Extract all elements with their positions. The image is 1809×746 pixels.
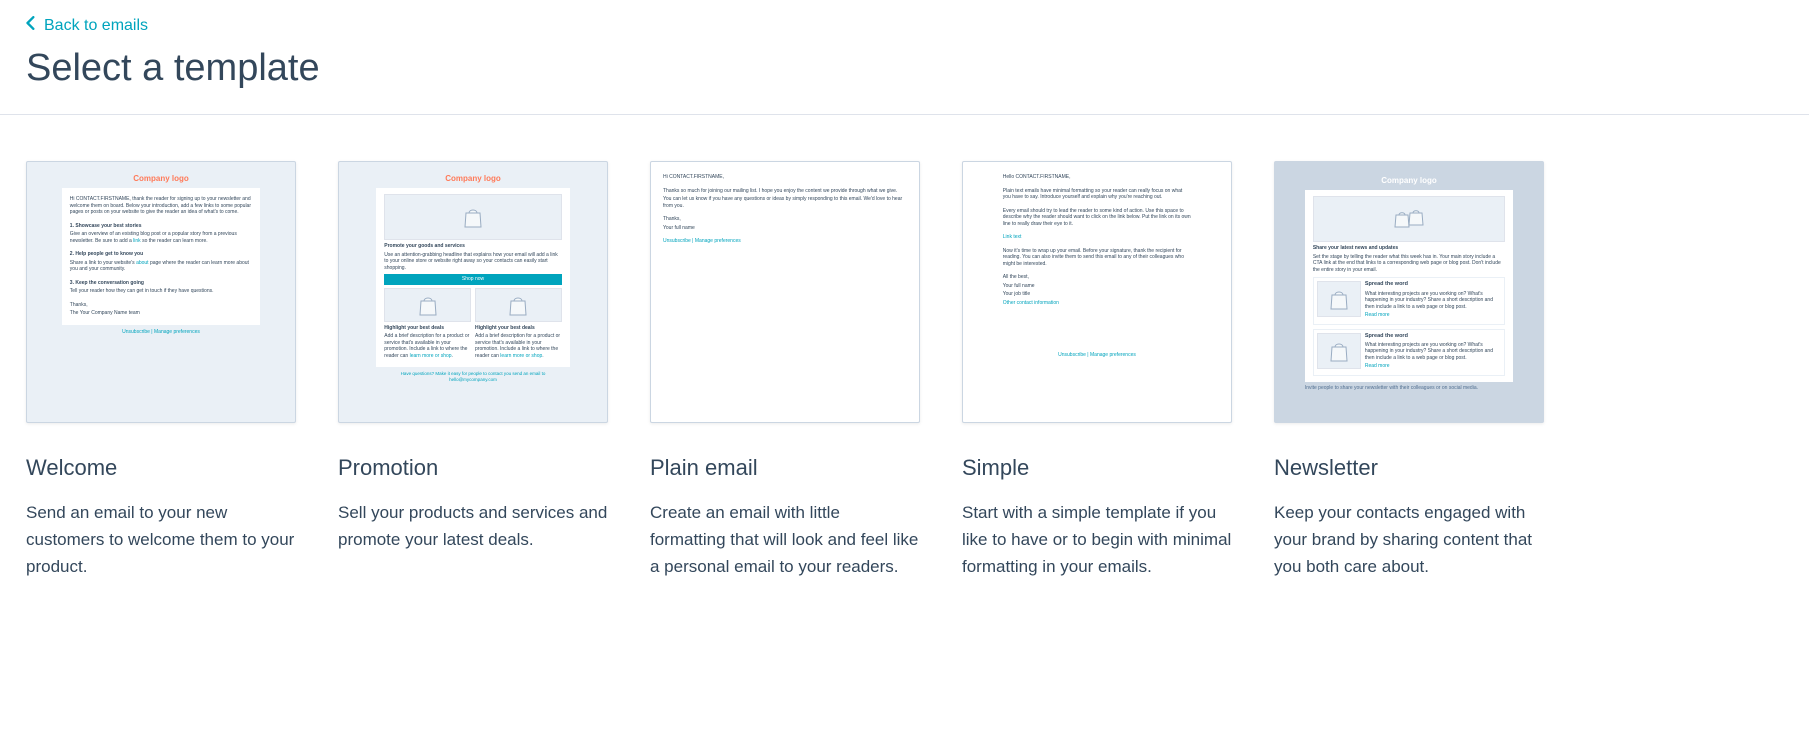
- back-to-emails-link[interactable]: Back to emails: [26, 16, 148, 35]
- page-title: Select a template: [26, 47, 1783, 90]
- mini-unsubscribe: Unsubscribe | Manage preferences: [663, 238, 907, 245]
- mini-panel: Hi CONTACT.FIRSTNAME, thank the reader f…: [62, 188, 260, 325]
- template-title: Plain email: [650, 455, 920, 481]
- template-card-newsletter[interactable]: Company logo Share your latest news and …: [1274, 161, 1544, 581]
- mini-read-more: Read more: [1365, 363, 1501, 370]
- template-thumbnail: Company logo Hi CONTACT.FIRSTNAME, thank…: [26, 161, 296, 423]
- mini-footer-link: Unsubscribe | Manage preferences: [1003, 352, 1191, 359]
- page-header: Back to emails Select a template: [0, 0, 1809, 114]
- template-title: Welcome: [26, 455, 296, 481]
- template-description: Keep your contacts engaged with your bra…: [1274, 499, 1544, 581]
- template-card-welcome[interactable]: Company logo Hi CONTACT.FIRSTNAME, thank…: [26, 161, 296, 581]
- mini-image-placeholder: [384, 194, 561, 240]
- mini-footer: Have questions? Make it easy for people …: [376, 371, 569, 383]
- template-thumbnail: Hello CONTACT.FIRSTNAME, Plain text emai…: [962, 161, 1232, 423]
- template-title: Newsletter: [1274, 455, 1544, 481]
- mini-subheading: Highlight your best deals: [475, 325, 535, 331]
- template-description: Start with a simple template if you like…: [962, 499, 1232, 581]
- mini-logo: Company logo: [376, 174, 569, 184]
- mini-image-placeholder: [1313, 196, 1505, 242]
- mini-article-title: Spread the word: [1365, 281, 1501, 288]
- template-thumbnail: Company logo Promote your goods and serv…: [338, 161, 608, 423]
- mini-logo: Company logo: [1305, 176, 1513, 186]
- template-card-simple[interactable]: Hello CONTACT.FIRSTNAME, Plain text emai…: [962, 161, 1232, 581]
- template-description: Create an email with little formatting t…: [650, 499, 920, 581]
- template-grid: Company logo Hi CONTACT.FIRSTNAME, thank…: [0, 115, 1809, 611]
- template-card-promotion[interactable]: Company logo Promote your goods and serv…: [338, 161, 608, 581]
- mini-article-title: Spread the word: [1365, 333, 1501, 340]
- mini-footer: Invite people to share your newsletter w…: [1305, 385, 1513, 392]
- mini-image-placeholder: [384, 288, 471, 322]
- mini-article-card: Spread the word What interesting project…: [1313, 329, 1505, 376]
- template-title: Promotion: [338, 455, 608, 481]
- mini-footer-link: Unsubscribe | Manage preferences: [37, 329, 285, 336]
- chevron-left-icon: [26, 16, 36, 35]
- mini-read-more: Read more: [1365, 312, 1501, 319]
- template-thumbnail: Hi CONTACT.FIRSTNAME, Thanks so much for…: [650, 161, 920, 423]
- template-description: Sell your products and services and prom…: [338, 499, 608, 553]
- mini-heading: Share your latest news and updates: [1313, 245, 1398, 251]
- back-link-label: Back to emails: [44, 17, 148, 35]
- mini-image-placeholder: [475, 288, 562, 322]
- mini-heading: Promote your goods and services: [384, 243, 465, 249]
- mini-panel: Share your latest news and updates Set t…: [1305, 190, 1513, 381]
- template-thumbnail: Company logo Share your latest news and …: [1274, 161, 1544, 423]
- mini-subheading: Highlight your best deals: [384, 325, 444, 331]
- mini-cta-button: Shop now: [384, 274, 561, 285]
- template-description: Send an email to your new customers to w…: [26, 499, 296, 581]
- mini-panel: Promote your goods and services Use an a…: [376, 188, 569, 367]
- template-card-plain[interactable]: Hi CONTACT.FIRSTNAME, Thanks so much for…: [650, 161, 920, 581]
- mini-logo: Company logo: [37, 174, 285, 184]
- mini-article-card: Spread the word What interesting project…: [1313, 277, 1505, 324]
- template-title: Simple: [962, 455, 1232, 481]
